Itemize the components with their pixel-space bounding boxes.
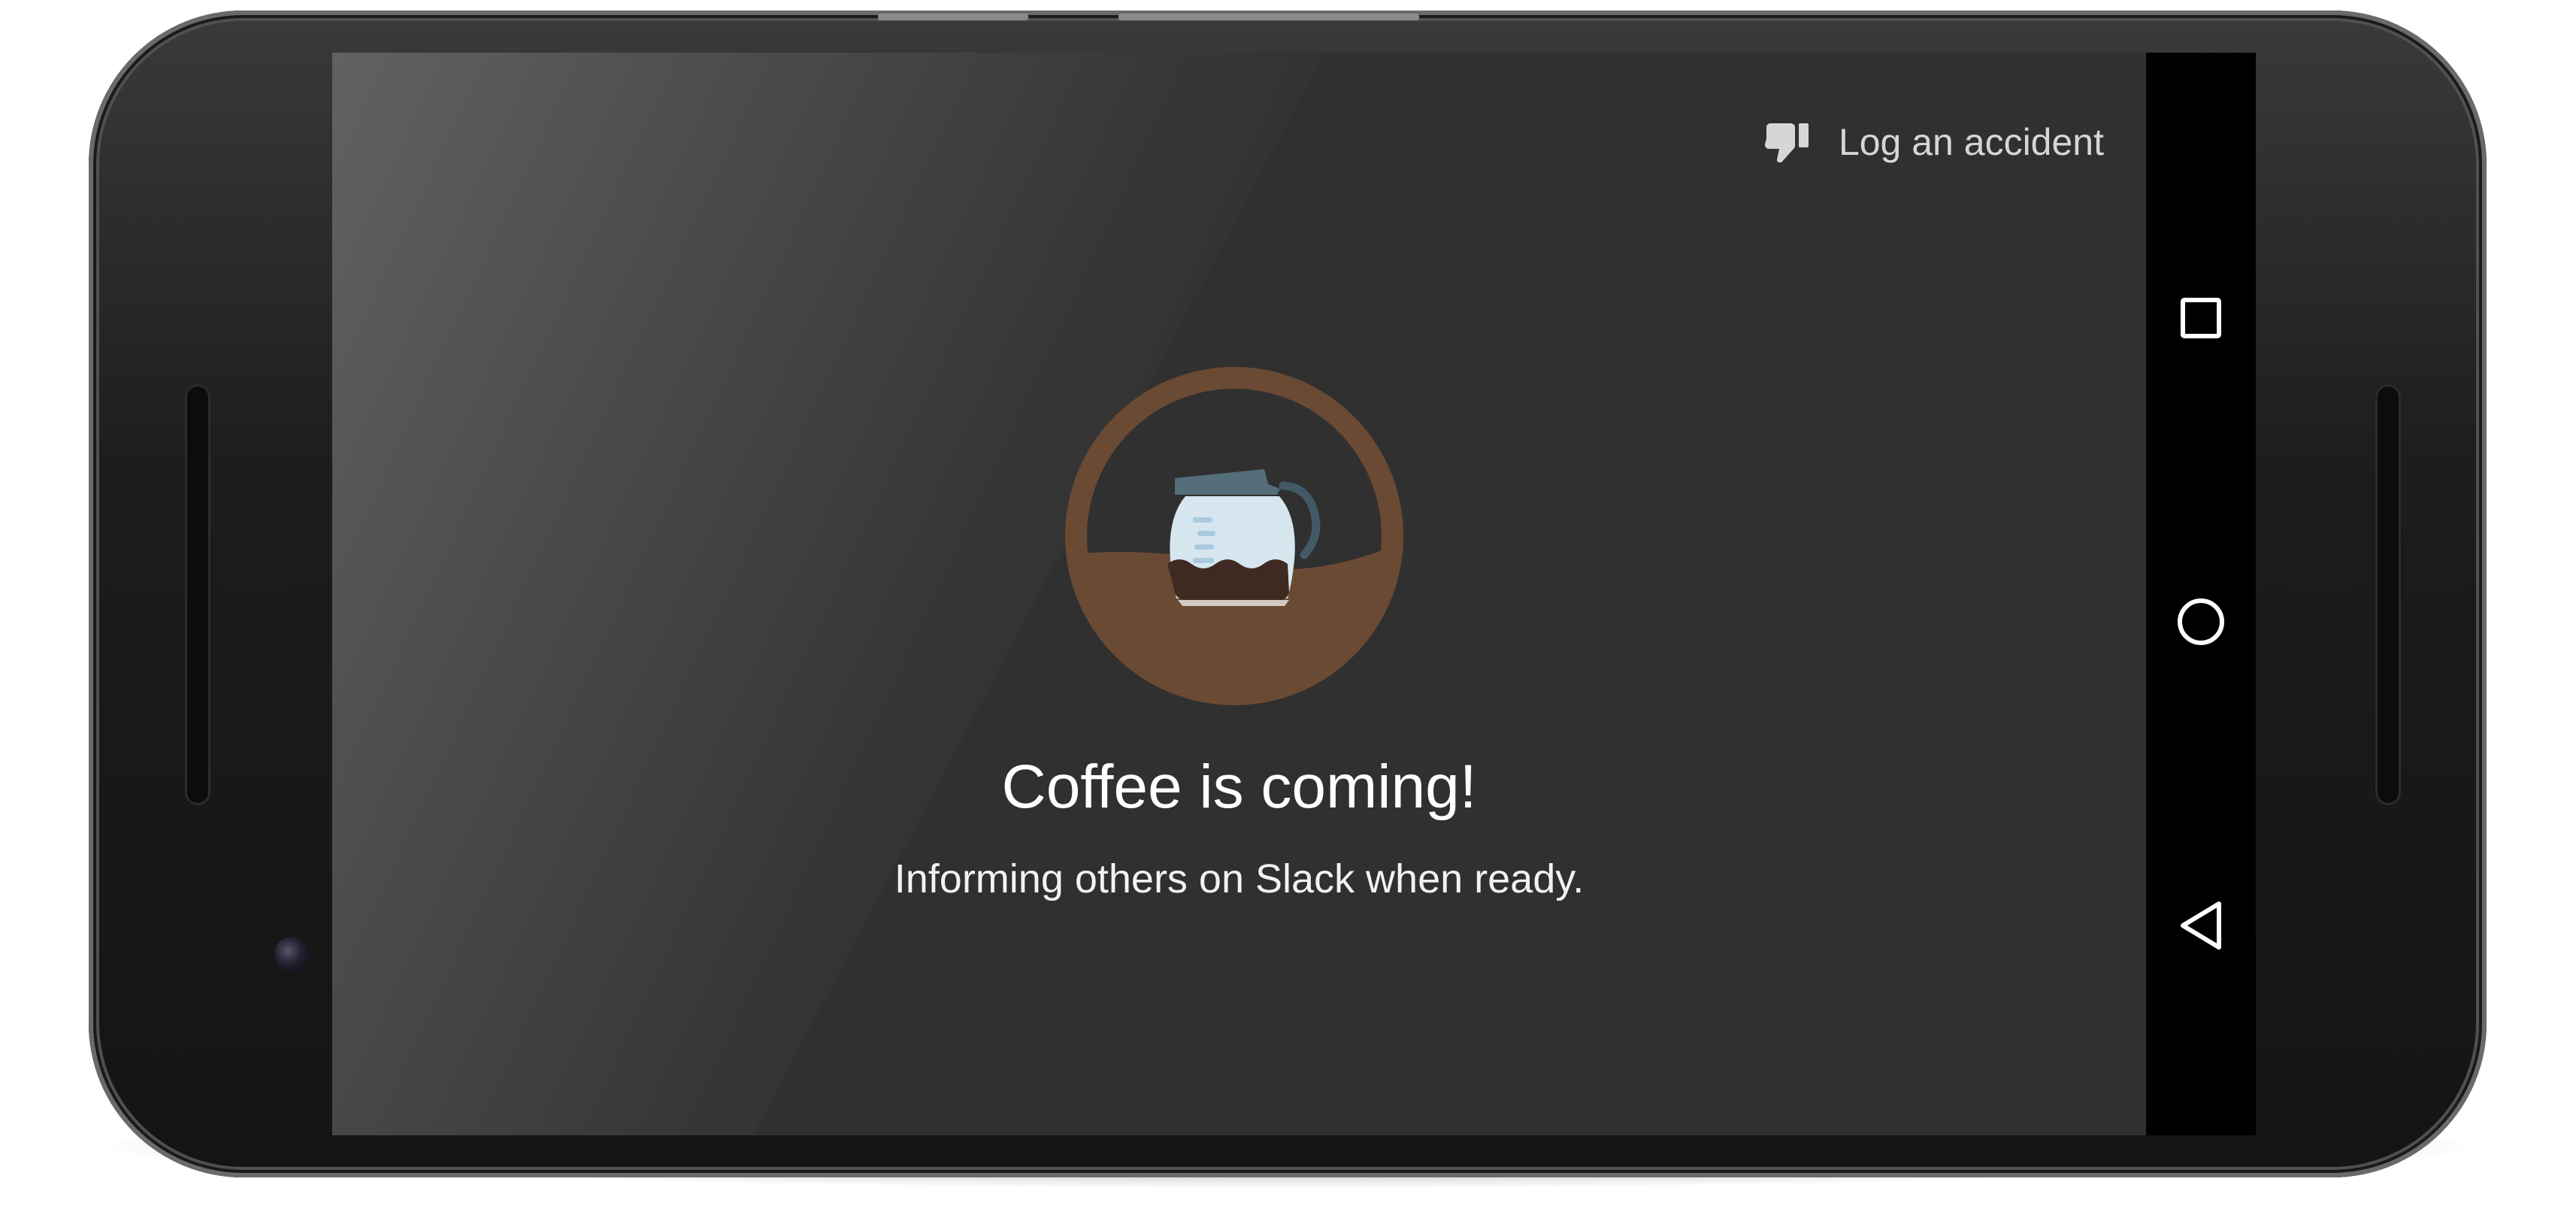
circle-icon — [2175, 595, 2227, 652]
right-speaker — [2375, 384, 2401, 805]
thumb-down-icon — [1763, 120, 1810, 164]
power-button — [1118, 14, 1419, 20]
log-accident-button[interactable]: Log an accident — [1763, 120, 2104, 164]
log-accident-label: Log an accident — [1838, 121, 2104, 163]
home-button[interactable] — [2171, 593, 2231, 653]
status-message: Informing others on Slack when ready. — [894, 856, 1585, 901]
recents-button[interactable] — [2171, 289, 2231, 350]
left-speaker — [185, 384, 210, 805]
square-icon — [2177, 294, 2225, 346]
front-camera — [274, 937, 309, 971]
coffee-pot-icon — [1065, 367, 1403, 705]
device-mockup: Log an accident Coffee is coming! Inform… — [0, 0, 2576, 1218]
volume-button — [878, 14, 1028, 20]
system-navigation-bar — [2146, 53, 2256, 1135]
app-screen: Log an accident Coffee is coming! Inform… — [332, 53, 2146, 1135]
page-title: Coffee is coming! — [1001, 753, 1477, 821]
triangle-back-icon — [2177, 899, 2225, 956]
back-button[interactable] — [2171, 897, 2231, 957]
